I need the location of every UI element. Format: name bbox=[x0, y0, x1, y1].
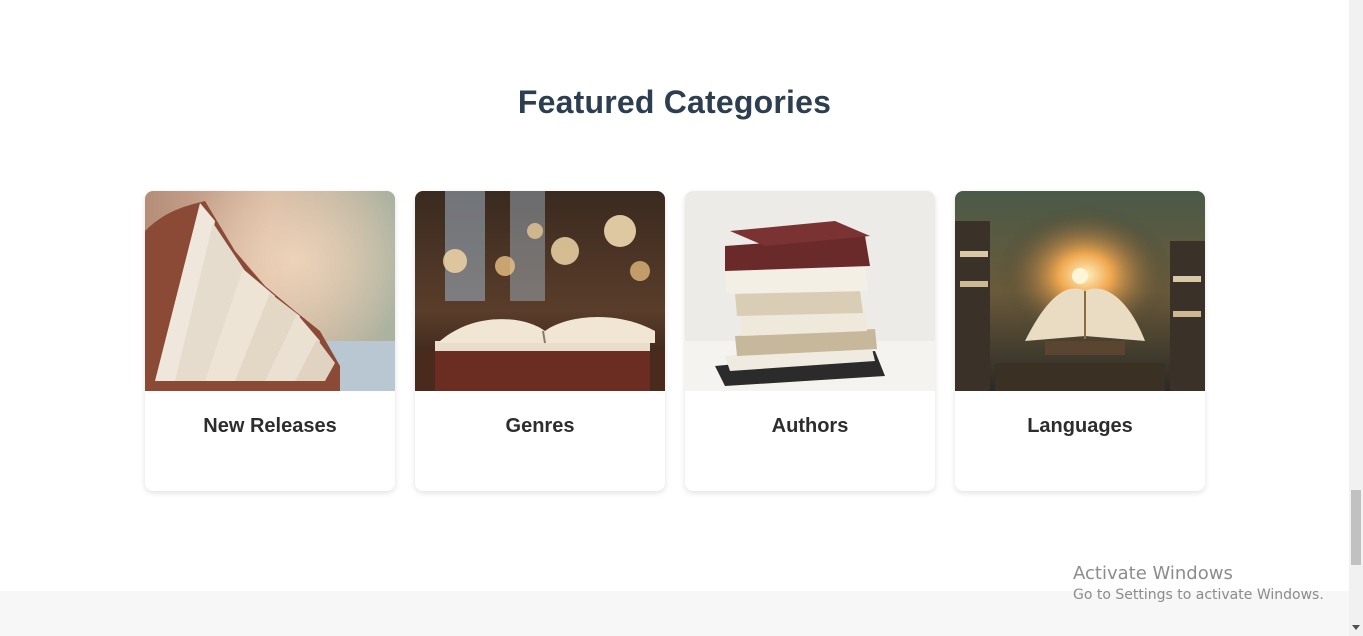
category-card-authors[interactable]: Authors bbox=[685, 191, 935, 491]
scroll-down-arrow-icon[interactable] bbox=[1352, 625, 1360, 630]
category-title: New Releases bbox=[203, 415, 337, 437]
category-title: Authors bbox=[771, 415, 849, 437]
category-card-languages[interactable]: Languages bbox=[955, 191, 1205, 491]
genres-image bbox=[415, 191, 665, 391]
languages-image bbox=[955, 191, 1205, 391]
section-title: Featured Categories bbox=[517, 84, 832, 120]
windows-activation-watermark: Activate Windows Go to Settings to activ… bbox=[1073, 563, 1324, 603]
page: Featured Categories New Releases Genres … bbox=[0, 0, 1363, 636]
category-card-genres[interactable]: Genres bbox=[415, 191, 665, 491]
category-title: Languages bbox=[1027, 415, 1133, 437]
watermark-title: Activate Windows bbox=[1073, 563, 1233, 584]
category-card-new-releases[interactable]: New Releases bbox=[145, 191, 395, 491]
scrollbar-thumb[interactable] bbox=[1351, 490, 1361, 565]
new-releases-image bbox=[145, 191, 395, 391]
featured-categories-section: Featured Categories New Releases Genres … bbox=[0, 0, 1349, 591]
category-title: Genres bbox=[505, 415, 575, 437]
watermark-subtitle: Go to Settings to activate Windows. bbox=[1073, 587, 1324, 603]
category-cards: New Releases Genres Authors Languages bbox=[145, 191, 1205, 491]
vertical-scrollbar[interactable] bbox=[1349, 0, 1363, 636]
authors-image bbox=[685, 191, 935, 391]
